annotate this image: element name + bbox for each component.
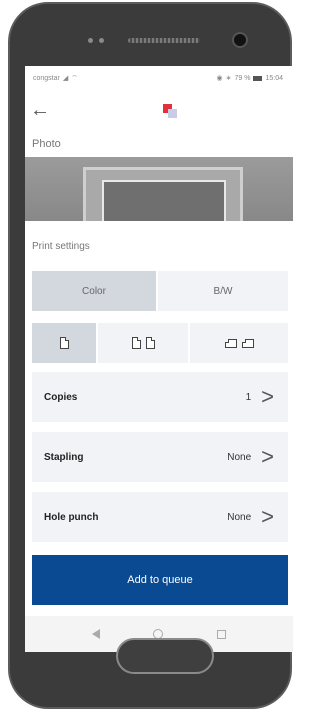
copies-row[interactable]: Copies 1 > bbox=[32, 372, 288, 422]
wifi-icon: ⌔ bbox=[71, 74, 78, 82]
battery-percent: 79 % bbox=[234, 74, 251, 82]
hole-punch-row[interactable]: Hole punch None > bbox=[32, 492, 288, 542]
sensor-dots bbox=[88, 38, 104, 43]
nfc-icon: ◉ bbox=[216, 75, 223, 82]
app-logo bbox=[163, 104, 177, 118]
screen: congstar ◢ ⌔ ◉ ∗ 79 % 15:04 ← Photo Prin… bbox=[25, 66, 293, 652]
bluetooth-icon: ∗ bbox=[225, 75, 232, 82]
color-mode-bw-button[interactable]: B/W bbox=[158, 271, 288, 311]
copies-label: Copies bbox=[44, 391, 78, 403]
clock: 15:04 bbox=[265, 74, 283, 82]
single-page-icon bbox=[59, 337, 69, 349]
nav-recents-icon[interactable] bbox=[217, 629, 227, 639]
front-camera bbox=[232, 32, 248, 48]
landscape-two-pages-icon bbox=[224, 338, 254, 348]
chevron-right-icon: > bbox=[261, 384, 274, 409]
chevron-right-icon: > bbox=[261, 504, 274, 529]
back-arrow-icon[interactable]: ← bbox=[30, 100, 50, 120]
status-bar: congstar ◢ ⌔ ◉ ∗ 79 % 15:04 bbox=[25, 66, 293, 90]
home-button[interactable] bbox=[116, 638, 214, 674]
print-settings-title: Print settings bbox=[32, 241, 90, 252]
layout-landscape-button[interactable] bbox=[190, 323, 288, 363]
copies-value: 1 bbox=[245, 391, 252, 403]
hole-punch-label: Hole punch bbox=[44, 511, 99, 523]
hole-punch-value: None bbox=[227, 511, 252, 523]
layout-single-page-button[interactable] bbox=[32, 323, 96, 363]
phone-frame: congstar ◢ ⌔ ◉ ∗ 79 % 15:04 ← Photo Prin… bbox=[8, 2, 293, 709]
stapling-value: None bbox=[227, 451, 252, 463]
layout-two-pages-button[interactable] bbox=[98, 323, 188, 363]
stapling-row[interactable]: Stapling None > bbox=[32, 432, 288, 482]
add-to-queue-button[interactable]: Add to queue bbox=[32, 555, 288, 605]
carrier-name: congstar bbox=[33, 74, 60, 82]
earpiece-speaker bbox=[128, 38, 200, 43]
battery-icon bbox=[253, 75, 263, 81]
photo-preview bbox=[25, 157, 293, 221]
page-title: Photo bbox=[32, 138, 61, 150]
two-pages-icon bbox=[131, 337, 155, 349]
signal-icon: ◢ bbox=[62, 75, 69, 82]
nav-back-icon[interactable] bbox=[91, 629, 100, 639]
stapling-label: Stapling bbox=[44, 451, 84, 463]
color-mode-color-button[interactable]: Color bbox=[32, 271, 156, 311]
chevron-right-icon: > bbox=[261, 444, 274, 469]
